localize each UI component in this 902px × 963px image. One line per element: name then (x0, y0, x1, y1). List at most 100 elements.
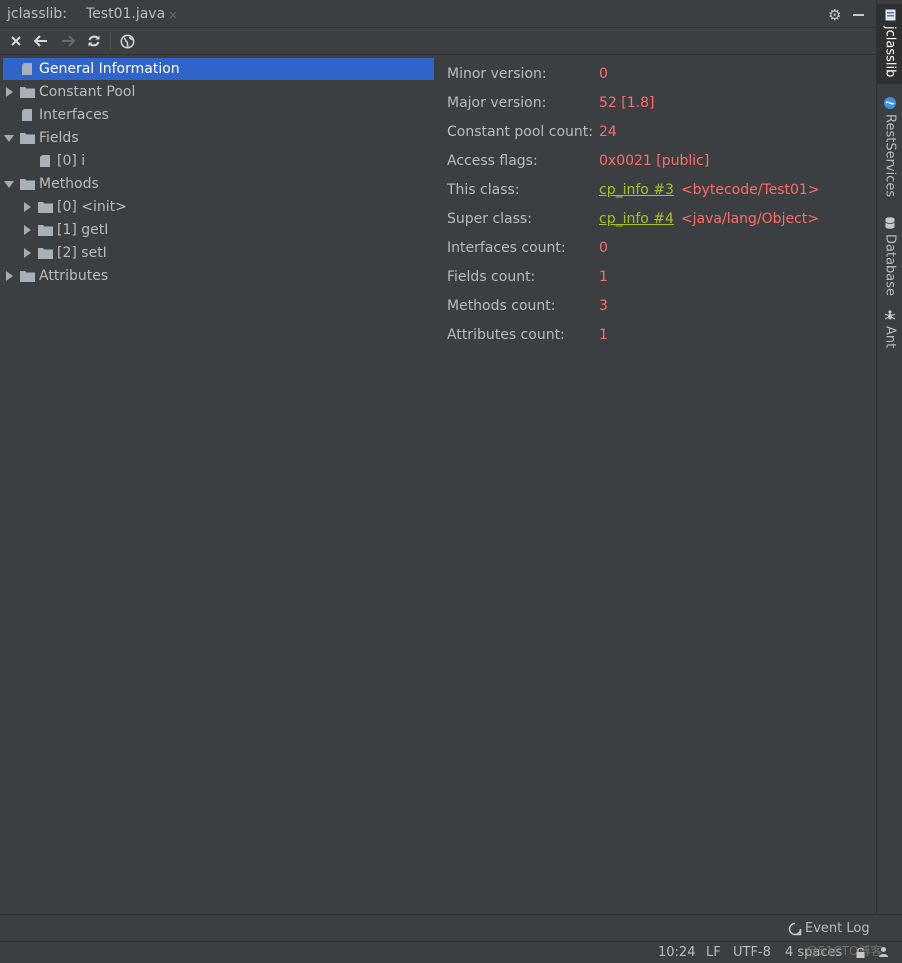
detail-label: Constant pool count: (447, 124, 593, 140)
detail-label: Minor version: (447, 66, 547, 82)
detail-row-this-class: This class: cp_info #3 <bytecode/Test01> (447, 179, 820, 201)
toolbar-separator (110, 32, 111, 50)
tool-label: RestServices (882, 114, 898, 198)
tree-item-label: [2] setI (57, 245, 107, 261)
gear-icon[interactable]: ⚙ (828, 6, 841, 24)
expand-arrow-icon[interactable] (21, 224, 33, 236)
tree-item-label: Attributes (39, 268, 109, 284)
folder-icon (37, 222, 53, 238)
tool-label: Ant (882, 326, 898, 349)
expand-arrow-icon[interactable] (21, 201, 33, 213)
tool-label: jclasslib (882, 26, 898, 78)
tool-window-title: jclasslib: (7, 6, 68, 22)
folder-icon (19, 176, 35, 192)
detail-value: 3 (599, 298, 608, 314)
reload-button[interactable] (84, 31, 104, 51)
file-icon (37, 153, 53, 169)
detail-value: 24 (599, 124, 617, 140)
tree-item-method-2[interactable]: [2] setI (21, 242, 107, 264)
tree-item-label: General Information (39, 61, 180, 77)
folder-icon (19, 130, 35, 146)
expand-arrow-icon[interactable] (3, 270, 15, 282)
collapse-arrow-icon[interactable] (3, 132, 15, 144)
expand-arrow-icon[interactable] (3, 86, 15, 98)
tree-item-label: Constant Pool (39, 84, 136, 100)
detail-label: This class: (447, 182, 520, 198)
status-bar: 10:24 LF UTF-8 4 spaces @51CTO博客 (0, 941, 902, 963)
file-icon (19, 107, 35, 123)
detail-label: Major version: (447, 95, 547, 111)
detail-value: 0x0021 [public] (599, 153, 710, 169)
detail-row-minor-version: Minor version: 0 (447, 63, 608, 85)
tree-item-attributes[interactable]: Attributes (3, 265, 108, 287)
close-button[interactable] (6, 31, 26, 51)
tree-item-fields[interactable]: Fields (3, 127, 79, 149)
tree-item-label: [0] <init> (57, 199, 127, 215)
reload-icon (88, 35, 100, 47)
line-separator[interactable]: LF (706, 945, 721, 960)
event-log-label: Event Log (805, 921, 870, 936)
event-log-icon (788, 922, 802, 935)
watermark: @51CTO博客 (806, 944, 883, 958)
hide-icon[interactable] (853, 14, 864, 16)
database-icon (883, 216, 897, 230)
ant-icon (883, 308, 897, 322)
detail-value: 0 (599, 240, 608, 256)
forward-button[interactable] (58, 31, 78, 51)
tree-item-label: Fields (39, 130, 79, 146)
event-log-button[interactable]: Event Log (788, 921, 870, 936)
tool-window-header: jclasslib: Test01.java × ⚙ (0, 0, 876, 28)
tab-close-icon[interactable]: × (168, 8, 178, 22)
tree-item-constant-pool[interactable]: Constant Pool (3, 81, 135, 103)
expand-arrow-icon[interactable] (21, 247, 33, 259)
detail-row-methods-count: Methods count: 3 (447, 295, 608, 317)
toolbar (0, 28, 876, 55)
class-structure-tree: General Information Constant Pool Interf… (0, 56, 438, 914)
detail-value: 1 (599, 327, 608, 343)
tree-item-field-0[interactable]: [0] i (21, 150, 85, 172)
inspector-icon[interactable] (878, 946, 889, 962)
detail-label: Methods count: (447, 298, 556, 314)
file-encoding[interactable]: UTF-8 (733, 945, 771, 960)
detail-row-fields-count: Fields count: 1 (447, 266, 608, 288)
tool-jclasslib[interactable]: jclasslib (877, 4, 902, 84)
tree-item-label: Methods (39, 176, 99, 192)
detail-row-interfaces-count: Interfaces count: 0 (447, 237, 608, 259)
browser-button[interactable] (117, 31, 137, 51)
tree-item-method-0[interactable]: [0] <init> (21, 196, 127, 218)
detail-row-super-class: Super class: cp_info #4 <java/lang/Objec… (447, 208, 819, 230)
tool-ant[interactable]: Ant (877, 308, 902, 354)
tree-item-interfaces[interactable]: Interfaces (3, 104, 109, 126)
detail-row-attributes-count: Attributes count: 1 (447, 324, 608, 346)
detail-label: Access flags: (447, 153, 538, 169)
folder-icon (19, 268, 35, 284)
tool-database[interactable]: Database (877, 216, 902, 296)
detail-row-major-version: Major version: 52 [1.8] (447, 92, 654, 114)
super-class-link[interactable]: cp_info #4 (599, 211, 674, 227)
this-class-link[interactable]: cp_info #3 (599, 182, 674, 198)
detail-label: Interfaces count: (447, 240, 566, 256)
detail-row-access-flags: Access flags: 0x0021 [public] (447, 150, 709, 172)
tree-item-label: Interfaces (39, 107, 109, 123)
tool-label: Database (882, 234, 898, 297)
lock-icon[interactable] (856, 947, 865, 962)
app-window: jclasslib: Test01.java × ⚙ General Infor… (0, 0, 902, 963)
detail-value: <bytecode/Test01> (680, 182, 820, 198)
tree-item-general-information[interactable]: General Information (3, 58, 434, 80)
back-arrow-icon (33, 35, 47, 47)
tree-item-label: [0] i (57, 153, 86, 169)
detail-value: 0 (599, 66, 608, 82)
tab-test01-java[interactable]: Test01.java (86, 6, 165, 22)
detail-row-constant-pool-count: Constant pool count: 24 (447, 121, 617, 143)
tool-rest-services[interactable]: RestServices (877, 96, 902, 202)
folder-icon (37, 245, 53, 261)
collapse-arrow-icon[interactable] (3, 178, 15, 190)
right-tool-strip: jclasslib RestServices Database Ant (876, 0, 902, 940)
tree-item-method-1[interactable]: [1] getI (21, 219, 108, 241)
tree-item-methods[interactable]: Methods (3, 173, 99, 195)
close-icon (11, 36, 21, 46)
back-button[interactable] (31, 31, 51, 51)
caret-position[interactable]: 10:24 (658, 945, 695, 960)
detail-value: 1 (599, 269, 608, 285)
forward-arrow-icon (62, 35, 76, 47)
